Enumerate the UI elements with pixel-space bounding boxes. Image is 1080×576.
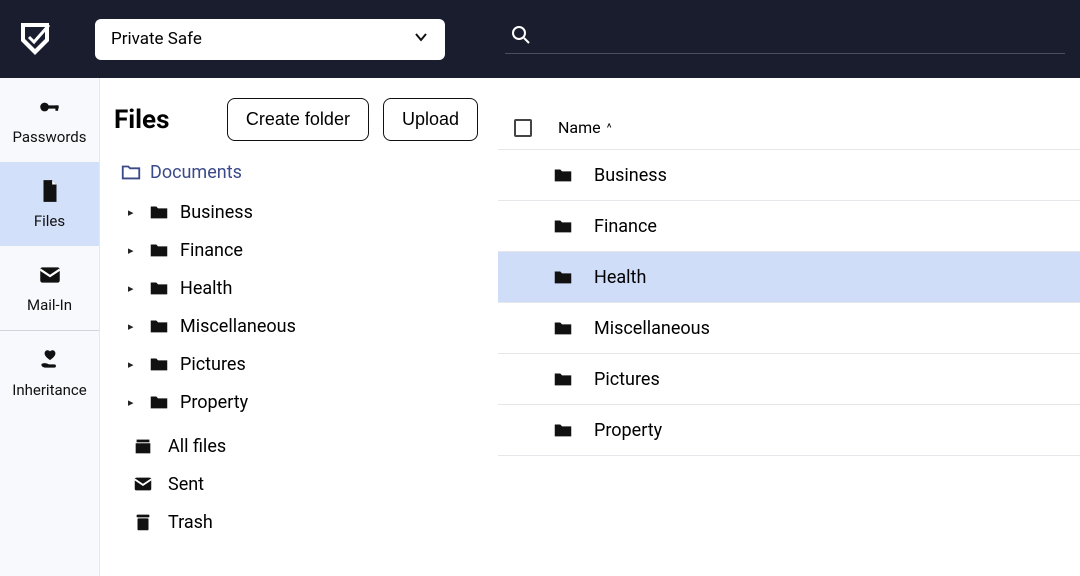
file-list: Name ^ Business Finance Health Miscellan… [498,78,1080,576]
create-folder-button[interactable]: Create folder [227,98,369,141]
search-input[interactable] [505,25,1065,54]
tree-item-label: Property [180,392,248,413]
nav-item-mailin[interactable]: Mail-In [0,246,99,330]
caret-right-icon: ▸ [128,358,138,371]
list-row[interactable]: Pictures [498,354,1080,405]
chevron-down-icon [413,29,429,50]
caret-right-icon: ▸ [128,206,138,219]
list-row[interactable]: Finance [498,201,1080,252]
row-name: Property [594,420,662,441]
list-row[interactable]: Health [498,252,1080,303]
list-header: Name ^ [498,106,1080,150]
folder-icon [148,315,170,337]
page-title: Files [114,105,169,135]
folder-open-icon [120,161,142,183]
folder-icon [148,277,170,299]
tree-allfiles[interactable]: All files [128,427,478,465]
row-name: Business [594,165,667,186]
folder-icon [148,239,170,261]
folder-icon [552,317,574,339]
folder-icon [552,215,574,237]
list-row[interactable]: Property [498,405,1080,456]
safe-selector[interactable]: Private Safe [95,19,445,60]
sort-asc-icon: ^ [607,121,612,135]
inbox-icon [132,435,154,457]
folder-icon [552,164,574,186]
row-name: Pictures [594,369,660,390]
select-all-checkbox[interactable] [514,119,532,137]
tree-item-health[interactable]: ▸ Health [124,269,478,307]
nav-label: Passwords [13,128,87,146]
caret-right-icon: ▸ [128,244,138,257]
folder-icon [148,391,170,413]
nav-item-files[interactable]: Files [0,162,99,246]
caret-right-icon: ▸ [128,282,138,295]
tree-other-label: All files [168,436,226,457]
tree-panel: Files Create folder Upload Documents ▸ B… [100,78,498,576]
tree-item-miscellaneous[interactable]: ▸ Miscellaneous [124,307,478,345]
upload-button[interactable]: Upload [383,98,478,141]
tree-other-label: Trash [168,512,213,533]
column-header-name[interactable]: Name ^ [558,118,612,137]
nav-label: Files [34,212,65,230]
tree-item-finance[interactable]: ▸ Finance [124,231,478,269]
tree-other-label: Sent [168,474,204,495]
list-row[interactable]: Business [498,150,1080,201]
trash-icon [132,511,154,533]
safe-selector-label: Private Safe [111,29,202,49]
app-logo [15,19,55,59]
nav-sidebar: Passwords Files Mail-In Inheritance [0,78,100,576]
caret-right-icon: ▸ [128,320,138,333]
folder-icon [552,368,574,390]
search-icon [505,25,537,49]
tree-item-label: Miscellaneous [180,316,296,337]
row-name: Miscellaneous [594,318,710,339]
folder-icon [552,266,574,288]
mail-icon [37,262,63,288]
tree-item-label: Business [180,202,253,223]
tree-item-pictures[interactable]: ▸ Pictures [124,345,478,383]
app-header: Private Safe [0,0,1080,78]
folder-icon [148,353,170,375]
shield-check-icon [15,19,55,59]
mail-icon [132,473,154,495]
tree-item-label: Pictures [180,354,246,375]
tree-item-label: Health [180,278,232,299]
row-name: Finance [594,216,657,237]
list-row[interactable]: Miscellaneous [498,303,1080,354]
folder-icon [552,419,574,441]
tree-item-property[interactable]: ▸ Property [124,383,478,421]
tree-item-label: Finance [180,240,243,261]
nav-item-inheritance[interactable]: Inheritance [0,331,99,415]
nav-label: Inheritance [12,381,86,399]
tree-trash[interactable]: Trash [128,503,478,541]
file-icon [37,178,63,204]
tree-root-documents[interactable]: Documents [114,161,478,183]
tree-root-label: Documents [150,162,242,183]
tree-item-business[interactable]: ▸ Business [124,193,478,231]
column-header-label: Name [558,118,601,137]
hand-heart-icon [37,347,63,373]
nav-label: Mail-In [27,296,72,314]
nav-item-passwords[interactable]: Passwords [0,78,99,162]
caret-right-icon: ▸ [128,396,138,409]
tree-sent[interactable]: Sent [128,465,478,503]
key-icon [37,94,63,120]
row-name: Health [594,267,646,288]
folder-icon [148,201,170,223]
